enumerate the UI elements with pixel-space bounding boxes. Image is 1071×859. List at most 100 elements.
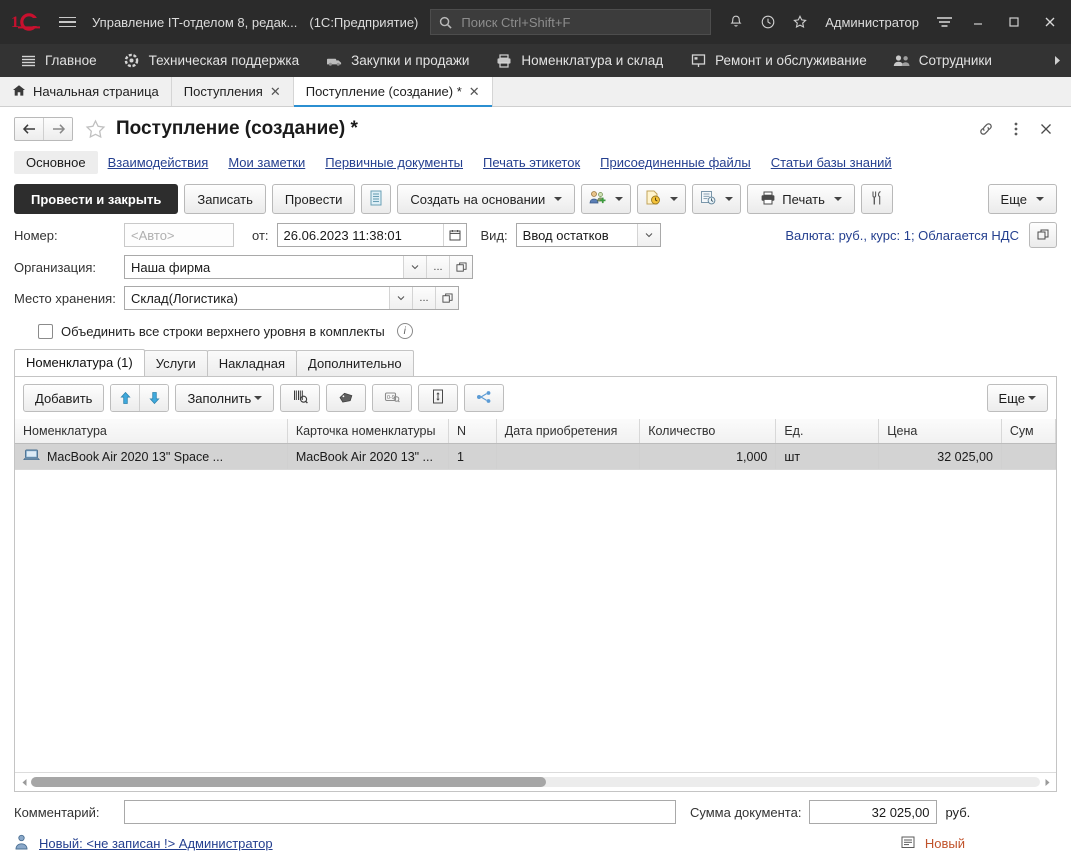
barcode-scan-button[interactable]: [280, 384, 321, 412]
sections-more-button[interactable]: [1043, 44, 1071, 77]
cell-card[interactable]: MacBook Air 2020 13" ...: [287, 443, 449, 470]
comment-field[interactable]: [124, 800, 676, 824]
global-search[interactable]: [430, 9, 712, 35]
row-height-button[interactable]: [418, 384, 459, 412]
star-icon[interactable]: [785, 7, 815, 37]
move-up-button[interactable]: [111, 385, 140, 411]
cell-sum[interactable]: [1001, 443, 1056, 470]
scroll-thumb[interactable]: [31, 777, 546, 787]
col-quantity[interactable]: Количество: [639, 419, 777, 444]
print-button[interactable]: Печать: [747, 184, 855, 214]
chevron-down-icon[interactable]: [636, 224, 660, 246]
navlink-prisoedinennye-fayly[interactable]: Присоединенные файлы: [590, 151, 761, 174]
organization-field[interactable]: Наша фирма ...: [124, 255, 473, 279]
current-user-label[interactable]: Администратор: [817, 15, 927, 30]
hierarchy-button[interactable]: [464, 384, 505, 412]
open-window-icon[interactable]: [1029, 222, 1057, 248]
sidebar-item-repair-service[interactable]: Ремонт и обслуживание: [676, 44, 880, 77]
forward-button[interactable]: [43, 118, 72, 140]
tab-invoice[interactable]: Накладная: [206, 350, 298, 376]
open-record-icon[interactable]: [449, 256, 472, 278]
cell-nomenclature[interactable]: MacBook Air 2020 13" Space ...: [15, 443, 288, 470]
select-ellipsis-button[interactable]: ...: [412, 287, 435, 309]
add-row-button[interactable]: Добавить: [23, 384, 105, 412]
tab-nomenclature[interactable]: Номенклатура (1): [14, 349, 145, 376]
document-sum-value[interactable]: 32 025,00: [809, 800, 938, 824]
kebab-menu-icon[interactable]: [1007, 118, 1025, 140]
tab-close-icon[interactable]: ✕: [469, 85, 480, 98]
sidebar-item-employees[interactable]: Сотрудники: [880, 44, 1005, 77]
fill-button[interactable]: Заполнить: [175, 384, 275, 412]
calendar-icon[interactable]: [442, 224, 466, 246]
sidebar-item-tech-support[interactable]: Техническая поддержка: [110, 44, 313, 77]
navlink-pervichnye-dokumenty[interactable]: Первичные документы: [315, 151, 473, 174]
write-button[interactable]: Записать: [184, 184, 266, 214]
merge-kits-checkbox[interactable]: [38, 323, 53, 339]
cell-purchase-date[interactable]: [496, 443, 641, 470]
link-icon[interactable]: [977, 118, 995, 140]
table-more-button[interactable]: Еще: [986, 384, 1048, 412]
tab-additional[interactable]: Дополнительно: [296, 350, 414, 376]
tab-home-page[interactable]: Начальная страница: [0, 77, 172, 106]
maximize-button[interactable]: [997, 7, 1031, 37]
info-icon[interactable]: i: [396, 323, 413, 339]
navlink-moi-zametki[interactable]: Мои заметки: [218, 151, 315, 174]
more-button[interactable]: Еще: [987, 184, 1057, 214]
storage-field[interactable]: Склад(Логистика) ...: [124, 286, 459, 310]
back-button[interactable]: [15, 118, 43, 140]
main-menu-button[interactable]: [52, 7, 82, 37]
navlink-pechat-etiketok[interactable]: Печать этикеток: [473, 151, 590, 174]
bell-icon[interactable]: [721, 7, 751, 37]
price-tag-button[interactable]: [326, 384, 367, 412]
close-button[interactable]: [1033, 7, 1067, 37]
scroll-left-arrow-icon[interactable]: [17, 775, 31, 789]
create-based-on-button[interactable]: Создать на основании: [397, 184, 576, 214]
date-field[interactable]: 26.06.2023 11:38:01: [276, 223, 467, 247]
kind-field[interactable]: Ввод остатков: [515, 223, 661, 247]
search-input[interactable]: [459, 13, 703, 31]
tools-button[interactable]: [860, 184, 893, 214]
col-n[interactable]: N: [448, 419, 497, 444]
cell-unit[interactable]: шт: [775, 443, 880, 470]
chevron-down-icon[interactable]: [403, 256, 426, 278]
sidebar-item-glavnoe[interactable]: Главное: [6, 44, 110, 77]
currency-info[interactable]: Валюта: руб., курс: 1; Облагается НДС: [785, 228, 1019, 243]
number-field[interactable]: <Авто>: [124, 223, 234, 247]
col-unit[interactable]: Ед.: [775, 419, 880, 444]
col-nomenclature[interactable]: Номенклатура: [15, 419, 288, 444]
navlink-vzaimodeystviya[interactable]: Взаимодействия: [98, 151, 219, 174]
cell-price[interactable]: 32 025,00: [878, 443, 1002, 470]
add-to-favorites-icon[interactable]: [85, 119, 106, 139]
select-ellipsis-button[interactable]: ...: [426, 256, 449, 278]
minimize-button[interactable]: [961, 7, 995, 37]
open-record-icon[interactable]: [435, 287, 458, 309]
horizontal-scrollbar[interactable]: [15, 772, 1056, 791]
sidebar-item-nomenclature-warehouse[interactable]: Номенклатура и склад: [482, 44, 676, 77]
reminder-button[interactable]: [637, 184, 687, 214]
col-card[interactable]: Карточка номенклатуры: [287, 419, 449, 444]
col-purchase-date[interactable]: Дата приобретения: [496, 419, 641, 444]
move-down-button[interactable]: [139, 385, 169, 411]
tab-close-icon[interactable]: ✕: [270, 85, 281, 98]
close-icon[interactable]: [1037, 118, 1055, 140]
navlink-stati-bazy-znaniy[interactable]: Статьи базы знаний: [761, 151, 902, 174]
tab-postuplenie-sozdanie[interactable]: Поступление (создание) * ✕: [293, 77, 493, 107]
post-button[interactable]: Провести: [271, 184, 356, 214]
cell-quantity[interactable]: 1,000: [639, 443, 777, 470]
serial-number-button[interactable]: 0-9: [372, 384, 413, 412]
tab-postupleniya[interactable]: Поступления ✕: [171, 77, 294, 106]
scroll-track[interactable]: [31, 777, 1040, 787]
tab-services[interactable]: Услуги: [143, 350, 208, 376]
movements-button[interactable]: [361, 184, 392, 214]
chevron-down-icon[interactable]: [389, 287, 412, 309]
cell-n[interactable]: 1: [448, 443, 497, 470]
document-status-link[interactable]: Новый: <не записан !> Администратор: [39, 836, 273, 851]
navlink-osnovnoe[interactable]: Основное: [14, 151, 98, 174]
add-contact-button[interactable]: [581, 184, 632, 214]
post-and-close-button[interactable]: Провести и закрыть: [14, 184, 179, 214]
history-icon[interactable]: [753, 7, 783, 37]
comment-input[interactable]: [125, 801, 675, 823]
col-sum[interactable]: Сум: [1001, 419, 1056, 444]
menu-lines-icon[interactable]: [929, 7, 959, 37]
sidebar-item-purchases-sales[interactable]: Закупки и продажи: [312, 44, 482, 77]
